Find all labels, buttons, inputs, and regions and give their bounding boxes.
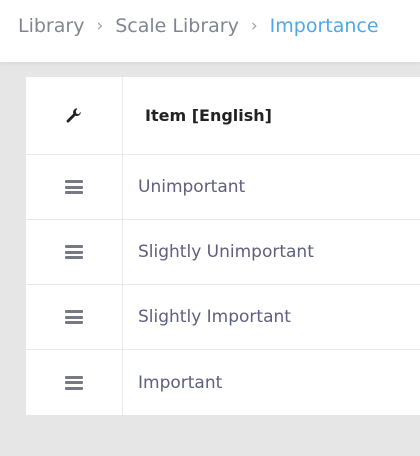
scale-items-table: Item [English] Unimportant Slightly Unim… [26,77,420,415]
breadcrumb-separator-icon: › [250,16,258,36]
drag-handle-cell [26,285,123,349]
table-row: Important [26,350,420,415]
row-label[interactable]: Important [138,350,222,415]
drag-handle-cell [26,220,123,284]
column-header-item-english[interactable]: Item [English] [145,77,272,154]
drag-handle-icon[interactable] [65,310,83,324]
row-label[interactable]: Slightly Important [138,285,291,349]
table-row: Slightly Important [26,285,420,350]
drag-handle-icon[interactable] [65,180,83,194]
drag-handle-cell [26,350,123,415]
drag-handle-icon[interactable] [65,375,83,390]
top-header: Library › Scale Library › Importance [0,0,420,62]
breadcrumb-scale-library[interactable]: Scale Library [115,15,239,37]
breadcrumb-library[interactable]: Library [18,15,84,37]
drag-handle-icon[interactable] [65,245,83,259]
breadcrumb: Library › Scale Library › Importance [18,14,379,38]
drag-handle-cell [26,155,123,219]
header-icon-cell [26,77,123,154]
table-row: Unimportant [26,155,420,220]
row-label[interactable]: Unimportant [138,155,245,219]
table-row: Slightly Unimportant [26,220,420,285]
breadcrumb-current: Importance [269,15,379,37]
wrench-icon [66,107,81,123]
table-header-row: Item [English] [26,77,420,155]
breadcrumb-separator-icon: › [96,16,104,36]
row-label[interactable]: Slightly Unimportant [138,220,314,284]
